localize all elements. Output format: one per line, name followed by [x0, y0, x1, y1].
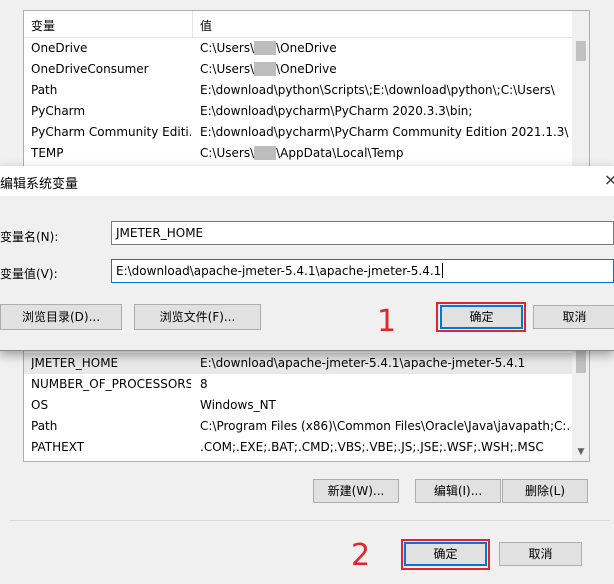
row-name: OS: [31, 398, 49, 412]
variable-name-label: 变量名(N):: [0, 230, 59, 244]
column-divider[interactable]: [192, 11, 193, 37]
divider: [10, 520, 610, 521]
list-row-path[interactable]: Path E:\download\python\Scripts\;E:\down…: [24, 80, 572, 101]
user-variables-list[interactable]: 变量 值 OneDrive C:\Users\ \OneDrive OneDriv…: [23, 10, 590, 172]
list-header: 变量 值: [24, 11, 589, 38]
step-number-2: 2: [351, 538, 371, 573]
footer-cancel-button[interactable]: 取消: [499, 542, 582, 566]
row-value: E:\download\apache-jmeter-5.4.1\apache-j…: [200, 356, 526, 370]
list-row-path[interactable]: Path C:\Program Files (x86)\Common Files…: [24, 416, 572, 437]
variable-name-text: JMETER_HOME: [116, 226, 204, 240]
row-value: 8: [200, 377, 208, 391]
highlight-box-footer-ok: [401, 539, 490, 570]
scroll-thumb[interactable]: [576, 41, 586, 61]
row-value: Windows_NT: [200, 398, 276, 412]
dialog-cancel-button[interactable]: 取消: [533, 305, 614, 329]
variable-value-input[interactable]: E:\download\apache-jmeter-5.4.1\apache-j…: [111, 259, 614, 283]
list-row-pathext[interactable]: PATHEXT .COM;.EXE;.BAT;.CMD;.VBS;.VBE;.J…: [24, 437, 572, 458]
scroll-down-icon[interactable]: ▼: [576, 447, 586, 457]
list-row-temp[interactable]: TEMP C:\Users\ \AppData\Local\Temp: [24, 143, 572, 164]
delete-variable-button[interactable]: 删除(L): [502, 479, 588, 503]
dialog-titlebar: 编辑系统变量 ×: [0, 166, 614, 196]
list-row-jmeter-home[interactable]: JMETER_HOME E:\download\apache-jmeter-5.…: [24, 353, 572, 374]
column-header-value[interactable]: 值: [200, 17, 212, 34]
variable-value-text: E:\download\apache-jmeter-5.4.1\apache-j…: [116, 264, 442, 278]
new-variable-button[interactable]: 新建(W)...: [313, 479, 399, 503]
row-name: TEMP: [31, 146, 64, 160]
row-name: JMETER_HOME: [31, 356, 119, 370]
row-name: Path: [31, 419, 58, 433]
variable-value-label: 变量值(V):: [0, 267, 58, 281]
list-row-os[interactable]: OS Windows_NT: [24, 395, 572, 416]
list-row-onedriveconsumer[interactable]: OneDriveConsumer C:\Users\ \OneDrive: [24, 59, 572, 80]
dialog-title: 编辑系统变量: [0, 177, 79, 192]
row-value: C:\Users\ \OneDrive: [200, 62, 337, 76]
row-value: E:\download\pycharm\PyCharm 2020.3.3\bin…: [200, 104, 473, 118]
row-name: NUMBER_OF_PROCESSORS: [31, 377, 191, 391]
row-name: PyCharm: [31, 104, 86, 118]
browse-file-button[interactable]: 浏览文件(F)...: [134, 304, 261, 330]
row-value: .COM;.EXE;.BAT;.CMD;.VBS;.VBE;.JS;.JSE;.…: [200, 440, 544, 454]
text-caret: [442, 263, 444, 278]
redaction-mask: [254, 146, 277, 160]
row-name: OneDriveConsumer: [31, 62, 149, 76]
row-value: C:\Users\ \OneDrive: [200, 41, 337, 55]
highlight-box-dialog-ok: [436, 302, 526, 332]
row-value: C:\Program Files (x86)\Common Files\Orac…: [200, 419, 570, 433]
close-icon[interactable]: ×: [604, 170, 614, 189]
list-row-pycharm[interactable]: PyCharm E:\download\pycharm\PyCharm 2020…: [24, 101, 572, 122]
row-value: C:\Users\ \AppData\Local\Temp: [200, 146, 404, 160]
row-name: Path: [31, 83, 58, 97]
list-row-pycharm-community[interactable]: PyCharm Community Editi... E:\download\p…: [24, 122, 572, 143]
redaction-mask: [254, 41, 277, 55]
row-value: E:\download\python\Scripts\;E:\download\…: [200, 83, 555, 97]
column-header-variable[interactable]: 变量: [31, 17, 55, 34]
list-row-number-of-processors[interactable]: NUMBER_OF_PROCESSORS 8: [24, 374, 572, 395]
step-number-1: 1: [377, 304, 397, 339]
browse-directory-button[interactable]: 浏览目录(D)...: [0, 304, 122, 330]
redaction-mask: [254, 62, 277, 76]
row-value: E:\download\pycharm\PyCharm Community Ed…: [200, 125, 569, 139]
row-name: OneDrive: [31, 41, 88, 55]
list-scrollbar[interactable]: [572, 11, 589, 171]
variable-name-input[interactable]: JMETER_HOME: [111, 221, 614, 245]
edit-system-variable-dialog: 编辑系统变量 × 变量名(N): JMETER_HOME 变量值(V): E:\…: [0, 166, 614, 351]
list-row-onedrive[interactable]: OneDrive C:\Users\ \OneDrive: [24, 38, 572, 59]
row-name: PATHEXT: [31, 440, 85, 454]
row-name: PyCharm Community Editi...: [31, 125, 191, 139]
edit-variable-button[interactable]: 编辑(I)...: [415, 479, 501, 503]
scroll-thumb[interactable]: [576, 351, 586, 373]
